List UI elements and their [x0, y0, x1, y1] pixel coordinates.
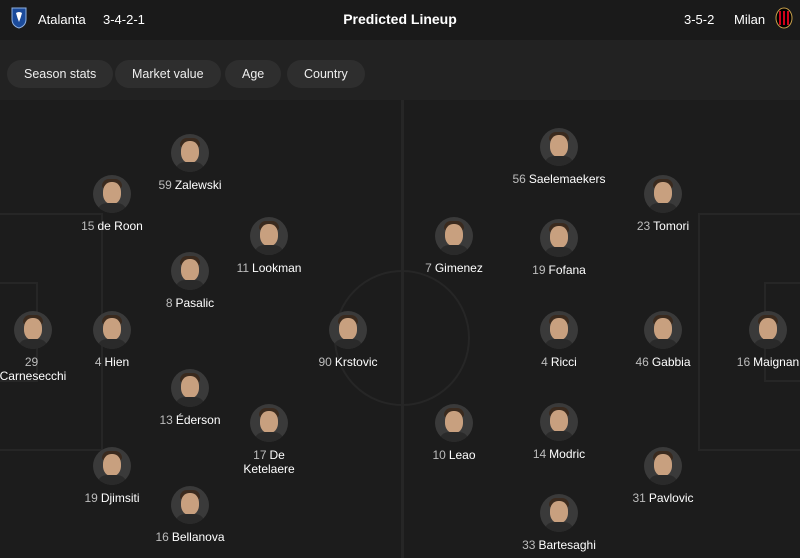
player-name: Ricci — [550, 355, 577, 369]
player-name: Gabbia — [651, 355, 691, 369]
player-avatar — [644, 175, 682, 213]
filter-season-stats[interactable]: Season stats — [7, 60, 114, 88]
filter-country[interactable]: Country — [287, 60, 365, 88]
player-number: 17 — [253, 448, 267, 462]
player-card[interactable]: 23 Tomori — [603, 175, 723, 233]
player-number: 4 — [541, 355, 548, 369]
player-name: De Ketelaere — [243, 448, 295, 476]
player-card[interactable]: 7 Gimenez — [394, 217, 514, 275]
player-avatar — [171, 252, 209, 290]
player-number: 4 — [94, 355, 102, 369]
player-number: 7 — [425, 261, 432, 275]
player-name: Pasalic — [175, 296, 215, 310]
player-card[interactable]: 4 Hien — [52, 311, 172, 369]
player-number: 10 — [432, 448, 446, 462]
player-number: 31 — [632, 491, 646, 505]
player-number: 13 — [159, 413, 173, 427]
player-avatar — [329, 311, 367, 349]
player-name: Zalewski — [174, 178, 222, 192]
player-number: 90 — [318, 355, 332, 369]
filter-market-value[interactable]: Market value — [115, 60, 221, 88]
player-name: Bellanova — [171, 530, 225, 544]
player-avatar — [14, 311, 52, 349]
player-avatar — [540, 128, 578, 166]
player-card[interactable]: 56 Saelemaekers — [499, 128, 619, 186]
away-formation: 3-5-2 — [684, 12, 715, 27]
lineup-header: Atalanta 3-4-2-1 Predicted Lineup 3-5-2 … — [0, 0, 800, 41]
player-name: Leao — [448, 448, 476, 462]
player-avatar — [171, 134, 209, 172]
player-avatar — [93, 447, 131, 485]
player-card[interactable]: 14 Modric — [499, 403, 619, 461]
player-name: Krstovic — [334, 355, 378, 369]
player-name: Lookman — [252, 261, 302, 275]
player-avatar — [250, 217, 288, 255]
player-avatar — [749, 311, 787, 349]
player-card[interactable]: 11 Lookman — [209, 217, 329, 275]
player-name: Gimenez — [434, 261, 483, 275]
player-card[interactable]: 33 Bartesaghi — [499, 494, 619, 552]
player-name: Pavlovic — [648, 491, 694, 505]
pitch: 29 Carnesecchi 15 de Roon 4 Hien 19 Djimsiti… — [0, 100, 800, 558]
player-avatar — [540, 219, 578, 257]
player-number: 16 — [155, 530, 169, 544]
player-name: Fofana — [548, 263, 586, 277]
player-card[interactable]: 4 Ricci — [499, 311, 619, 369]
player-number: 46 — [635, 355, 649, 369]
player-number: 16 — [736, 355, 751, 369]
player-card[interactable]: 59 Zalewski — [130, 134, 250, 192]
player-card[interactable]: 17 De Ketelaere — [209, 404, 329, 476]
player-avatar — [93, 175, 131, 213]
player-avatar — [435, 404, 473, 442]
player-avatar — [644, 311, 682, 349]
player-number: 56 — [512, 172, 526, 186]
player-name: Tomori — [653, 219, 690, 233]
player-avatar — [540, 494, 578, 532]
player-avatar — [540, 403, 578, 441]
away-team-name[interactable]: Milan — [734, 12, 765, 27]
player-number: 14 — [532, 447, 547, 461]
player-card[interactable]: 90 Krstovic — [288, 311, 408, 369]
player-card[interactable]: 19 Fofana — [499, 219, 619, 277]
player-number: 8 — [165, 296, 173, 310]
player-avatar — [540, 311, 578, 349]
player-number: 33 — [522, 538, 536, 552]
player-number: 11 — [236, 261, 250, 275]
page-title: Predicted Lineup — [343, 11, 457, 27]
player-number: 19 — [532, 263, 546, 277]
player-name: Carnesecchi — [0, 369, 67, 383]
player-card[interactable]: 31 Pavlovic — [603, 447, 723, 505]
milan-crest-icon — [775, 7, 793, 29]
filter-age[interactable]: Age — [225, 60, 282, 88]
player-avatar — [250, 404, 288, 442]
player-avatar — [644, 447, 682, 485]
player-name: Hien — [104, 355, 130, 369]
player-name: Bartesaghi — [538, 538, 596, 552]
player-avatar — [93, 311, 131, 349]
player-number: 29 — [24, 355, 39, 369]
player-number: 59 — [158, 178, 172, 192]
player-card[interactable]: 10 Leao — [394, 404, 514, 462]
player-card[interactable]: 46 Gabbia — [603, 311, 723, 369]
player-number: 15 — [81, 219, 95, 233]
player-avatar — [435, 217, 473, 255]
player-card[interactable]: 16 Bellanova — [130, 486, 250, 544]
player-avatar — [171, 369, 209, 407]
player-number: 19 — [84, 491, 98, 505]
player-name: de Roon — [97, 219, 143, 233]
player-name: Saelemaekers — [528, 172, 606, 186]
player-name: Maignan — [753, 355, 800, 369]
filter-bar: Season stats Market value Age Country — [0, 40, 800, 100]
player-avatar — [171, 486, 209, 524]
player-name: Modric — [549, 447, 586, 461]
player-number: 23 — [636, 219, 651, 233]
